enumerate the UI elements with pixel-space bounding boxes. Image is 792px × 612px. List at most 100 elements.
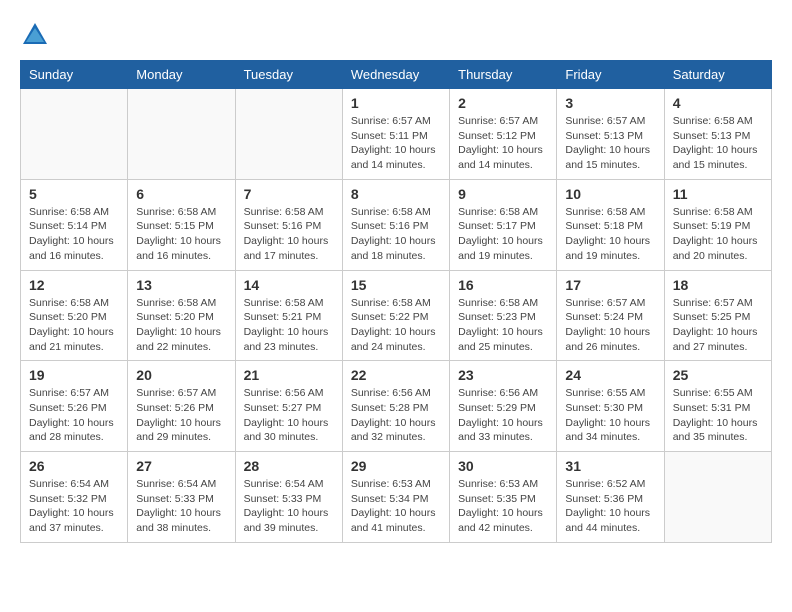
day-info: Sunrise: 6:54 AM Sunset: 5:33 PM Dayligh…	[136, 477, 226, 536]
header-tuesday: Tuesday	[235, 61, 342, 89]
calendar-cell: 20 Sunrise: 6:57 AM Sunset: 5:26 PM Dayli…	[128, 361, 235, 452]
day-info: Sunrise: 6:58 AM Sunset: 5:15 PM Dayligh…	[136, 205, 226, 264]
header-friday: Friday	[557, 61, 664, 89]
calendar-cell: 13Sunrise: 6:58 AM Sunset: 5:20 PM Dayli…	[128, 270, 235, 361]
day-number: 24	[565, 367, 655, 383]
calendar-cell	[235, 89, 342, 180]
header-wednesday: Wednesday	[342, 61, 449, 89]
day-number: 28	[244, 458, 334, 474]
day-number: 30	[458, 458, 548, 474]
calendar-cell: 6Sunrise: 6:58 AM Sunset: 5:15 PM Daylig…	[128, 179, 235, 270]
week-row-3: 12 Sunrise: 6:58 AM Sunset: 5:20 PM Dayli…	[21, 270, 772, 361]
calendar-cell: 16Sunrise: 6:58 AM Sunset: 5:23 PM Dayli…	[450, 270, 557, 361]
day-info: Sunrise: 6:52 AM Sunset: 5:36 PM Dayligh…	[565, 477, 655, 536]
logo-icon	[20, 20, 50, 50]
day-info: Sunrise: 6:58 AM Sunset: 5:19 PM Dayligh…	[673, 205, 763, 264]
calendar-cell: 18 Sunrise: 6:57 AM Sunset: 5:25 PM Dayli…	[664, 270, 771, 361]
week-row-1: 1 Sunrise: 6:57 AM Sunset: 5:11 PM Daylig…	[21, 89, 772, 180]
day-number: 14	[244, 277, 334, 293]
calendar-cell: 4Sunrise: 6:58 AM Sunset: 5:13 PM Daylig…	[664, 89, 771, 180]
day-info: Sunrise: 6:58 AM Sunset: 5:14 PM Dayligh…	[29, 205, 119, 264]
day-number: 23	[458, 367, 548, 383]
day-info: Sunrise: 6:58 AM Sunset: 5:20 PM Dayligh…	[29, 296, 119, 355]
day-info: Sunrise: 6:55 AM Sunset: 5:31 PM Dayligh…	[673, 386, 763, 445]
day-number: 5	[29, 186, 119, 202]
day-info: Sunrise: 6:58 AM Sunset: 5:16 PM Dayligh…	[244, 205, 334, 264]
day-info: Sunrise: 6:58 AM Sunset: 5:20 PM Dayligh…	[136, 296, 226, 355]
day-info: Sunrise: 6:54 AM Sunset: 5:33 PM Dayligh…	[244, 477, 334, 536]
day-info: Sunrise: 6:57 AM Sunset: 5:12 PM Dayligh…	[458, 114, 548, 173]
calendar-cell: 3 Sunrise: 6:57 AM Sunset: 5:13 PM Daylig…	[557, 89, 664, 180]
calendar-cell	[21, 89, 128, 180]
day-info: Sunrise: 6:57 AM Sunset: 5:25 PM Dayligh…	[673, 296, 763, 355]
day-number: 9	[458, 186, 548, 202]
day-info: Sunrise: 6:55 AM Sunset: 5:30 PM Dayligh…	[565, 386, 655, 445]
week-row-4: 19 Sunrise: 6:57 AM Sunset: 5:26 PM Dayli…	[21, 361, 772, 452]
calendar-cell: 15 Sunrise: 6:58 AM Sunset: 5:22 PM Dayli…	[342, 270, 449, 361]
day-number: 15	[351, 277, 441, 293]
calendar-cell: 22 Sunrise: 6:56 AM Sunset: 5:28 PM Dayli…	[342, 361, 449, 452]
logo	[20, 20, 54, 50]
calendar-cell: 14Sunrise: 6:58 AM Sunset: 5:21 PM Dayli…	[235, 270, 342, 361]
day-info: Sunrise: 6:57 AM Sunset: 5:26 PM Dayligh…	[29, 386, 119, 445]
calendar-cell: 19 Sunrise: 6:57 AM Sunset: 5:26 PM Dayli…	[21, 361, 128, 452]
day-number: 26	[29, 458, 119, 474]
day-info: Sunrise: 6:53 AM Sunset: 5:34 PM Dayligh…	[351, 477, 441, 536]
calendar-cell: 26 Sunrise: 6:54 AM Sunset: 5:32 PM Dayli…	[21, 452, 128, 543]
day-number: 8	[351, 186, 441, 202]
calendar-cell: 12 Sunrise: 6:58 AM Sunset: 5:20 PM Dayli…	[21, 270, 128, 361]
day-info: Sunrise: 6:58 AM Sunset: 5:17 PM Dayligh…	[458, 205, 548, 264]
calendar-cell: 29Sunrise: 6:53 AM Sunset: 5:34 PM Dayli…	[342, 452, 449, 543]
day-number: 25	[673, 367, 763, 383]
calendar-cell	[664, 452, 771, 543]
day-info: Sunrise: 6:57 AM Sunset: 5:11 PM Dayligh…	[351, 114, 441, 173]
day-info: Sunrise: 6:57 AM Sunset: 5:26 PM Dayligh…	[136, 386, 226, 445]
day-info: Sunrise: 6:58 AM Sunset: 5:16 PM Dayligh…	[351, 205, 441, 264]
week-row-2: 5 Sunrise: 6:58 AM Sunset: 5:14 PM Daylig…	[21, 179, 772, 270]
day-number: 12	[29, 277, 119, 293]
calendar-cell: 1 Sunrise: 6:57 AM Sunset: 5:11 PM Daylig…	[342, 89, 449, 180]
day-number: 22	[351, 367, 441, 383]
day-number: 11	[673, 186, 763, 202]
week-row-5: 26 Sunrise: 6:54 AM Sunset: 5:32 PM Dayli…	[21, 452, 772, 543]
calendar-cell: 30 Sunrise: 6:53 AM Sunset: 5:35 PM Dayli…	[450, 452, 557, 543]
day-info: Sunrise: 6:54 AM Sunset: 5:32 PM Dayligh…	[29, 477, 119, 536]
day-number: 3	[565, 95, 655, 111]
day-number: 2	[458, 95, 548, 111]
calendar-cell: 28 Sunrise: 6:54 AM Sunset: 5:33 PM Dayli…	[235, 452, 342, 543]
calendar-cell: 23Sunrise: 6:56 AM Sunset: 5:29 PM Dayli…	[450, 361, 557, 452]
header-saturday: Saturday	[664, 61, 771, 89]
day-info: Sunrise: 6:53 AM Sunset: 5:35 PM Dayligh…	[458, 477, 548, 536]
day-number: 18	[673, 277, 763, 293]
day-number: 16	[458, 277, 548, 293]
day-info: Sunrise: 6:57 AM Sunset: 5:24 PM Dayligh…	[565, 296, 655, 355]
calendar-cell: 25 Sunrise: 6:55 AM Sunset: 5:31 PM Dayli…	[664, 361, 771, 452]
header-sunday: Sunday	[21, 61, 128, 89]
day-info: Sunrise: 6:56 AM Sunset: 5:28 PM Dayligh…	[351, 386, 441, 445]
calendar-cell: 21Sunrise: 6:56 AM Sunset: 5:27 PM Dayli…	[235, 361, 342, 452]
calendar-cell: 11 Sunrise: 6:58 AM Sunset: 5:19 PM Dayli…	[664, 179, 771, 270]
calendar-cell: 27 Sunrise: 6:54 AM Sunset: 5:33 PM Dayli…	[128, 452, 235, 543]
day-number: 1	[351, 95, 441, 111]
day-number: 31	[565, 458, 655, 474]
day-info: Sunrise: 6:58 AM Sunset: 5:22 PM Dayligh…	[351, 296, 441, 355]
calendar-cell: 10Sunrise: 6:58 AM Sunset: 5:18 PM Dayli…	[557, 179, 664, 270]
day-number: 4	[673, 95, 763, 111]
calendar-cell: 9 Sunrise: 6:58 AM Sunset: 5:17 PM Daylig…	[450, 179, 557, 270]
day-info: Sunrise: 6:56 AM Sunset: 5:27 PM Dayligh…	[244, 386, 334, 445]
day-info: Sunrise: 6:57 AM Sunset: 5:13 PM Dayligh…	[565, 114, 655, 173]
calendar-cell: 7 Sunrise: 6:58 AM Sunset: 5:16 PM Daylig…	[235, 179, 342, 270]
day-number: 27	[136, 458, 226, 474]
day-number: 20	[136, 367, 226, 383]
calendar-cell: 8 Sunrise: 6:58 AM Sunset: 5:16 PM Daylig…	[342, 179, 449, 270]
day-number: 7	[244, 186, 334, 202]
calendar-header-row: SundayMondayTuesdayWednesdayThursdayFrid…	[21, 61, 772, 89]
calendar-cell: 24 Sunrise: 6:55 AM Sunset: 5:30 PM Dayli…	[557, 361, 664, 452]
day-number: 19	[29, 367, 119, 383]
calendar-cell: 17 Sunrise: 6:57 AM Sunset: 5:24 PM Dayli…	[557, 270, 664, 361]
header-monday: Monday	[128, 61, 235, 89]
day-number: 17	[565, 277, 655, 293]
day-info: Sunrise: 6:58 AM Sunset: 5:18 PM Dayligh…	[565, 205, 655, 264]
calendar-cell: 31 Sunrise: 6:52 AM Sunset: 5:36 PM Dayli…	[557, 452, 664, 543]
calendar-table: SundayMondayTuesdayWednesdayThursdayFrid…	[20, 60, 772, 543]
